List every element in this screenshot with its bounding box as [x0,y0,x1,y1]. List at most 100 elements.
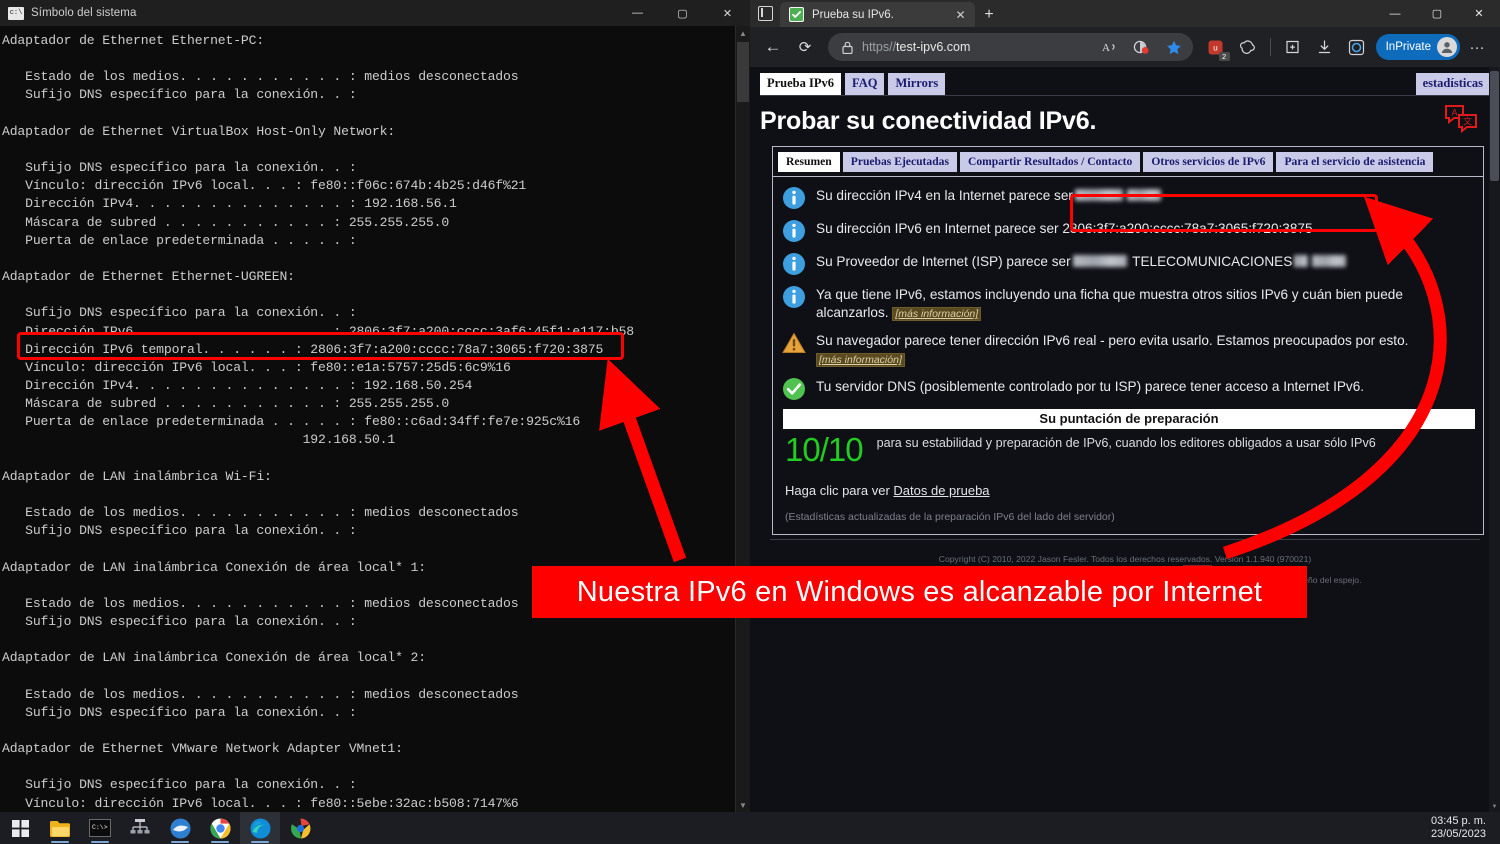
tab-resumen[interactable]: Resumen [778,152,840,172]
tab-compartir-resultados[interactable]: Compartir Resultados / Contacto [959,152,1141,172]
result-label-ipv6: Su dirección IPv6 en Internet parece ser [816,221,1059,236]
address-bar-url: https//test-ipv6.com [862,40,1095,54]
add-to-collection-icon[interactable] [1278,32,1308,62]
address-bar[interactable]: https//test-ipv6.com A [828,33,1193,61]
info-icon [781,185,807,211]
page-scroll-thumb[interactable] [1490,71,1499,181]
settings-and-more-button[interactable]: ··· [1462,32,1492,62]
footer-language-pill[interactable]: es_VE [1183,564,1213,575]
more-info-link-ficha[interactable]: [más información] [892,307,982,321]
check-shield-icon [789,7,804,22]
cmd-scroll-thumb[interactable] [737,42,749,102]
page-scrollbar[interactable]: ▲ ▼ [1489,67,1500,812]
result-label-isp: Su Proveedor de Internet (ISP) parece se… [816,254,1071,269]
footer-link-correo[interactable]: Correo Electrónico [1015,565,1086,575]
network-tool-icon[interactable] [120,812,160,844]
refresh-button[interactable]: ⟳ [790,32,820,62]
inprivate-label: InPrivate [1385,41,1431,53]
taskbar-date: 23/05/2023 [1430,828,1486,840]
taskbar-time: 03:45 p. m. [1430,815,1486,827]
extension-badge-icon[interactable]: u 2 [1201,32,1231,62]
inprivate-profile-button[interactable]: InPrivate [1375,34,1460,60]
cmd-scrollbar[interactable]: ▲ ▼ [735,26,750,812]
tab-otros-servicios[interactable]: Otros servicios de IPv6 [1143,152,1274,172]
page-footer: Copyright (C) 2010, 2022 Jason Fesler. T… [770,554,1480,586]
svg-text:A: A [1102,42,1110,54]
taskbar-clock[interactable]: 03:45 p. m. 23/05/2023 [1431,815,1486,841]
svg-text:C:\>: C:\> [92,824,108,831]
cmd-scroll-up-icon[interactable]: ▲ [736,26,750,40]
new-tab-button[interactable]: + [975,2,1003,27]
collections-split-icon[interactable] [1127,34,1157,60]
site-tab-mirrors[interactable]: Mirrors [888,73,946,95]
browser-essentials-icon[interactable] [1233,32,1263,62]
tab-actions-icon[interactable] [750,0,780,27]
result-row-ipv6: Su dirección IPv6 en Internet parece ser… [781,218,1475,244]
readiness-score-block: 10/10 para su estabilidad y preparación … [781,433,1475,467]
edge-copilot-icon[interactable] [1342,32,1372,62]
read-aloud-icon[interactable]: A [1095,34,1125,60]
taskbar-running-indicator [211,840,229,843]
redacted-isp-b [1294,255,1309,267]
cmd-scroll-down-icon[interactable]: ▼ [736,798,750,812]
cmd-close-button[interactable]: ✕ [705,0,750,26]
cmd-window-title: Símbolo del sistema [31,7,137,19]
result-label-navegador: Su navegador parece tener dirección IPv6… [816,333,1409,348]
tab-pruebas-ejecutadas[interactable]: Pruebas Ejecutadas [842,152,957,172]
browser-close-button[interactable]: ✕ [1458,0,1500,27]
url-scheme: https// [862,40,897,54]
person-icon [1437,37,1457,57]
test-data-link[interactable]: Datos de prueba [893,483,989,498]
extension-badge-count: 2 [1218,52,1230,61]
browser-tab-strip: Prueba su IPv6. ✕ + — ▢ ✕ [750,0,1500,27]
result-row-isp: Su Proveedor de Internet (ISP) parece se… [781,251,1475,277]
downloads-icon[interactable] [1310,32,1340,62]
start-windows-icon[interactable] [0,812,40,844]
site-tab-prueba-ipv6[interactable]: Prueba IPv6 [760,73,842,95]
site-tab-faq[interactable]: FAQ [845,73,885,95]
browser-minimize-button[interactable]: — [1374,0,1416,27]
server-stats-note: (Estadísticas actualizadas de la prepara… [785,511,1115,523]
command-prompt-window: c:\ Símbolo del sistema — ▢ ✕ Adaptador … [0,0,751,812]
site-tab-estadisticas[interactable]: estadísticas [1415,73,1490,95]
translate-icon[interactable]: A 文 [1442,103,1482,137]
info-icon [781,218,807,244]
cmd-output-area[interactable]: Adaptador de Ethernet Ethernet-PC: Estad… [0,26,750,812]
back-button[interactable]: ← [758,32,788,62]
show-desktop-button[interactable] [1494,812,1500,844]
test-data-line: Haga clic para ver Datos de prueba [785,483,1475,498]
cmd-minimize-button[interactable]: — [615,0,660,26]
edge-inprivate-icon[interactable] [280,812,320,844]
command-prompt-icon[interactable]: C:\> [80,812,120,844]
edge-icon[interactable] [240,812,280,844]
panel-tabs: Resumen Pruebas Ejecutadas Compartir Res… [773,147,1483,172]
cmd-maximize-button[interactable]: ▢ [660,0,705,26]
tab-servicio-asistencia[interactable]: Para el servicio de asistencia [1276,152,1434,172]
footer-link-fuente[interactable]: Fuente [981,565,1008,575]
browser-tab[interactable]: Prueba su IPv6. ✕ [780,2,975,27]
result-text-navegador: Su navegador parece tener dirección IPv6… [816,330,1431,369]
results-panel: Resumen Pruebas Ejecutadas Compartir Res… [772,146,1484,535]
footer-copyright: Copyright (C) 2010, 2022 Jason Fesler. T… [938,554,1312,564]
close-icon[interactable]: ✕ [952,6,969,23]
filezilla-icon[interactable] [160,812,200,844]
more-info-link-navegador[interactable]: [más información] [816,353,905,367]
page-scroll-down-icon[interactable]: ▼ [1489,801,1500,812]
footer-debug[interactable]: Debug [1151,565,1176,575]
chrome-icon[interactable] [200,812,240,844]
browser-tab-title: Prueba su IPv6. [812,8,894,21]
favorite-star-icon[interactable] [1159,34,1189,60]
browser-restore-button[interactable]: ▢ [1416,0,1458,27]
file-explorer-icon[interactable] [40,812,80,844]
readiness-score-header: Su puntación de preparación [783,409,1475,429]
browser-window-controls: — ▢ ✕ [1374,0,1500,27]
url-host: test-ipv6.com [896,40,971,54]
result-text-isp: Su Proveedor de Internet (ISP) parece se… [816,251,1475,271]
footer-contribute[interactable]: Contribuir en: [1251,565,1303,575]
taskbar-running-indicator [51,840,69,843]
cmd-title-bar[interactable]: c:\ Símbolo del sistema — ▢ ✕ [0,0,750,26]
footer-link-atribuciones[interactable]: Atribuciones [1101,565,1148,575]
footer-language-pct: 98.52% [1214,564,1244,575]
footer-link-mirrors[interactable]: Mirrors [947,565,974,575]
taskbar-running-indicator [91,840,109,843]
